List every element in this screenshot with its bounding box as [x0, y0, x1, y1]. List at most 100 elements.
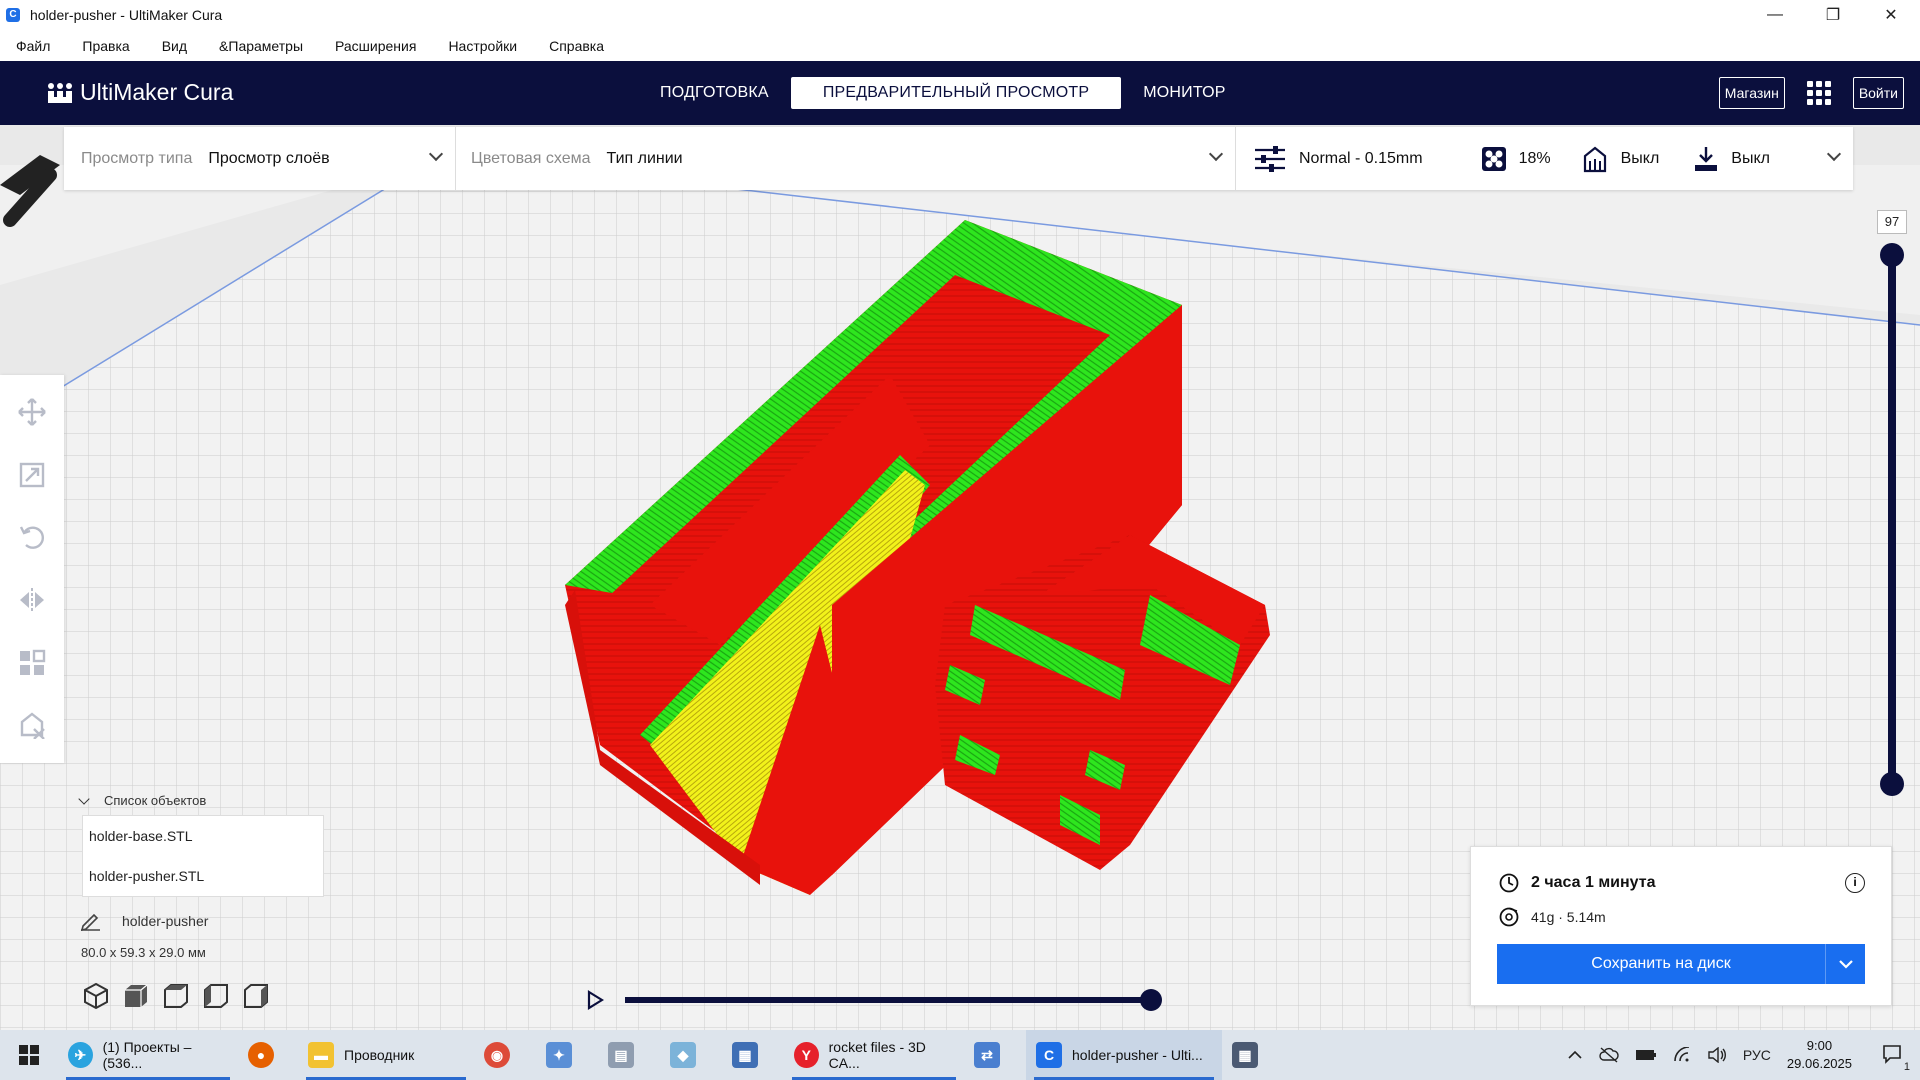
- menu-bar: Файл Правка Вид &Параметры Расширения На…: [0, 30, 1920, 61]
- layer-number[interactable]: 97: [1877, 210, 1907, 234]
- material-usage: 41g · 5.14m: [1499, 907, 1606, 927]
- menu-preferences[interactable]: Настройки: [448, 38, 517, 54]
- preview-settings-panel: Просмотр типа Просмотр слоёв Цветовая сх…: [64, 127, 1853, 190]
- path-slider-handle[interactable]: [1140, 989, 1162, 1011]
- current-object-name[interactable]: holder-pusher: [80, 911, 208, 931]
- cube-right-icon: [244, 984, 268, 1008]
- taskbar-app-calculator[interactable]: ▦: [1222, 1030, 1284, 1080]
- save-to-disk-button[interactable]: Сохранить на диск: [1497, 944, 1865, 984]
- taskbar-app-label: Проводник: [344, 1047, 415, 1063]
- infill-icon: [1481, 146, 1506, 171]
- layer-slider-lower-handle[interactable]: [1880, 772, 1904, 796]
- taskbar-app-4[interactable]: ▦: [722, 1030, 784, 1080]
- logo-text: UltiMaker Cura: [80, 79, 234, 105]
- chevron-down-icon: [1826, 146, 1842, 162]
- taskbar-app-2[interactable]: ▤: [598, 1030, 660, 1080]
- yandex-browser-icon: Y: [794, 1042, 819, 1068]
- profile-setting: Normal - 0.15mm: [1253, 145, 1423, 173]
- taskbar-app-yandex[interactable]: Y rocket files - 3D CA...: [784, 1030, 964, 1080]
- window-title: holder-pusher - UltiMaker Cura: [30, 7, 223, 23]
- minimize-button[interactable]: —: [1746, 0, 1804, 30]
- view-top-button[interactable]: [162, 982, 190, 1010]
- object-list-toggle[interactable]: Список объектов: [78, 792, 206, 808]
- volume-icon[interactable]: [1707, 1047, 1727, 1063]
- spool-icon: [1499, 907, 1519, 927]
- app-icon-3: ◆: [670, 1042, 696, 1068]
- taskbar-app-3[interactable]: ◆: [660, 1030, 722, 1080]
- print-time: 2 часа 1 минута: [1499, 873, 1655, 893]
- notification-count: 1: [1903, 1060, 1910, 1073]
- view-type-dropdown[interactable]: Просмотр типа Просмотр слоёв: [64, 127, 456, 190]
- object-list-item[interactable]: holder-pusher.STL: [83, 856, 323, 896]
- menu-view[interactable]: Вид: [162, 38, 187, 54]
- chevron-up-icon[interactable]: [1567, 1050, 1583, 1060]
- taskbar-app-explorer[interactable]: ▬ Проводник: [298, 1030, 474, 1080]
- print-settings-dropdown[interactable]: Normal - 0.15mm 18% Выкл Выкл: [1236, 127, 1853, 190]
- folder-icon: ▬: [308, 1042, 334, 1068]
- taskbar-app-network[interactable]: ⇄: [964, 1030, 1026, 1080]
- color-scheme-value: Тип линии: [606, 149, 683, 167]
- support-blocker-button[interactable]: [8, 700, 56, 750]
- mirror-tool-button[interactable]: [8, 575, 56, 625]
- per-model-settings-icon: [20, 649, 46, 675]
- path-slider-track[interactable]: [625, 997, 1151, 1003]
- tab-prepare[interactable]: ПОДГОТОВКА: [640, 77, 789, 109]
- cube-top-icon: [164, 984, 188, 1008]
- menu-settings[interactable]: &Параметры: [219, 38, 303, 54]
- ultimaker-logo: UltiMaker Cura: [46, 79, 233, 106]
- view-3d-button[interactable]: [82, 982, 110, 1010]
- menu-extensions[interactable]: Расширения: [335, 38, 416, 54]
- maximize-button[interactable]: ❐: [1804, 0, 1862, 30]
- language-indicator[interactable]: РУС: [1743, 1047, 1771, 1063]
- close-button[interactable]: ✕: [1862, 0, 1920, 30]
- info-icon[interactable]: i: [1845, 873, 1865, 893]
- taskbar-app-cura[interactable]: C holder-pusher - Ulti...: [1026, 1030, 1222, 1080]
- view-left-button[interactable]: [202, 982, 230, 1010]
- battery-icon[interactable]: [1635, 1049, 1657, 1061]
- tab-preview[interactable]: ПРЕДВАРИТЕЛЬНЫЙ ПРОСМОТР: [790, 77, 1122, 109]
- apps-grid-icon[interactable]: [1806, 81, 1831, 105]
- object-dimensions: 80.0 x 59.3 x 29.0 мм: [81, 945, 206, 960]
- system-tray: РУС 9:00 29.06.2025 1: [1567, 1030, 1920, 1080]
- move-tool-button[interactable]: [8, 387, 56, 437]
- view-right-button[interactable]: [242, 982, 270, 1010]
- taskbar-app-telegram[interactable]: ✈ (1) Проекты – (536...: [58, 1030, 238, 1080]
- view-front-button[interactable]: [122, 982, 150, 1010]
- menu-edit[interactable]: Правка: [82, 38, 129, 54]
- marketplace-button[interactable]: Магазин: [1718, 77, 1785, 109]
- camera-view-buttons: [82, 982, 282, 1010]
- chevron-down-icon: [1838, 960, 1853, 969]
- cube-front-icon: [125, 984, 148, 1007]
- view-type-label: Просмотр типа: [81, 149, 193, 167]
- ultimaker-logo-icon: [48, 82, 72, 103]
- taskbar-app-1[interactable]: ✦: [536, 1030, 598, 1080]
- title-bar: C holder-pusher - UltiMaker Cura — ❐ ✕: [0, 0, 1920, 30]
- cube-3d-icon: [84, 982, 108, 1010]
- play-simulation-icon[interactable]: [586, 990, 604, 1010]
- color-scheme-dropdown[interactable]: Цветовая схема Тип линии: [456, 127, 1236, 190]
- signin-button[interactable]: Войти: [1852, 77, 1904, 109]
- per-model-settings-button[interactable]: [8, 638, 56, 688]
- scale-tool-button[interactable]: [8, 450, 56, 500]
- save-options-dropdown[interactable]: [1825, 944, 1865, 984]
- start-button[interactable]: [0, 1030, 58, 1080]
- object-name-text: holder-pusher: [122, 913, 209, 929]
- app-header: UltiMaker Cura ПОДГОТОВКА ПРЕДВАРИТЕЛЬНЫ…: [0, 61, 1920, 125]
- menu-help[interactable]: Справка: [549, 38, 604, 54]
- app-icon-1: ✦: [546, 1042, 572, 1068]
- tab-monitor[interactable]: МОНИТОР: [1123, 77, 1245, 109]
- wifi-icon[interactable]: [1673, 1047, 1691, 1063]
- app-icon-4: ▦: [732, 1042, 758, 1068]
- notifications-button[interactable]: 1: [1882, 1044, 1910, 1073]
- taskbar-app-chrome[interactable]: ◉: [474, 1030, 536, 1080]
- cloud-offline-icon[interactable]: [1599, 1047, 1619, 1063]
- view-type-value: Просмотр слоёв: [208, 149, 330, 167]
- adhesion-icon: [1695, 146, 1718, 171]
- menu-file[interactable]: Файл: [16, 38, 50, 54]
- layer-slider-upper-handle[interactable]: [1880, 243, 1904, 267]
- taskbar-app-firefox[interactable]: ●: [238, 1030, 298, 1080]
- rotate-tool-button[interactable]: [8, 512, 56, 562]
- object-list-item[interactable]: holder-base.STL: [83, 816, 323, 856]
- system-clock[interactable]: 9:00 29.06.2025: [1787, 1037, 1852, 1073]
- layer-slider-track[interactable]: [1888, 255, 1896, 785]
